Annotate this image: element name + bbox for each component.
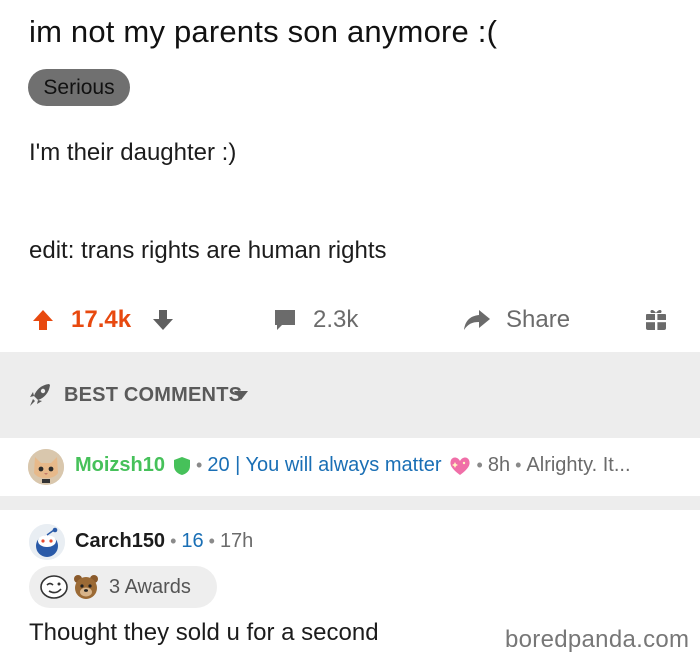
user-flair: 20 | You will always matter <box>207 454 442 476</box>
upvote-count: 17.4k <box>71 306 132 333</box>
watermark: boredpanda.com <box>505 626 690 653</box>
post-action-bar: 17.4k 2.3k Share <box>0 296 700 344</box>
comment-preview: Alrighty. It... <box>526 454 631 476</box>
downvote-arrow-icon <box>153 310 173 330</box>
rocket-icon <box>30 384 50 406</box>
sparkle-heart-icon <box>449 456 470 475</box>
share-arrow-icon <box>464 310 490 330</box>
post-body-edit: edit: trans rights are human rights <box>29 237 387 264</box>
sort-label[interactable]: BEST COMMENTS <box>64 384 242 407</box>
comment-username[interactable]: Carch150 <box>75 530 165 553</box>
snoo-avatar-icon <box>29 524 65 560</box>
separator-dot: • <box>196 455 203 475</box>
divider <box>0 496 700 510</box>
awards-count: 3 Awards <box>109 575 191 598</box>
avatar[interactable] <box>29 524 65 560</box>
share-label[interactable]: Share <box>506 296 570 344</box>
comments-button[interactable] <box>272 296 298 344</box>
upvote-arrow-icon <box>33 310 53 330</box>
comment-sort-bar[interactable]: BEST COMMENTS <box>0 352 700 438</box>
comment-age: 17h <box>219 530 254 552</box>
gift-button[interactable] <box>643 296 669 344</box>
comment-username[interactable]: Moizsh10 <box>75 454 165 477</box>
comment-bubble-icon <box>275 310 295 330</box>
shield-icon <box>174 456 191 475</box>
separator-dot: • <box>476 455 483 475</box>
caret-down-icon[interactable] <box>234 391 248 400</box>
post-body-line: I'm their daughter :) <box>29 139 237 166</box>
post-title: im not my parents son anymore :( <box>29 14 498 49</box>
comment-age: 8h <box>487 454 511 476</box>
comment-row[interactable]: Moizsh10 • 20 | You will always matter •… <box>0 438 700 496</box>
separator-dot: • <box>208 531 215 551</box>
gift-icon <box>646 309 666 330</box>
separator-dot: • <box>515 455 522 475</box>
downvote-button[interactable] <box>151 296 175 344</box>
avatar[interactable] <box>28 449 64 485</box>
post-flair[interactable]: Serious <box>28 69 130 106</box>
comment-count: 2.3k <box>313 306 359 333</box>
comment-text: Thought they sold u for a second <box>29 619 379 646</box>
awards-pill[interactable]: 3 Awards <box>29 566 217 608</box>
cat-avatar-icon <box>28 449 64 485</box>
comment-score: 16 <box>181 530 204 552</box>
share-button[interactable] <box>463 296 491 344</box>
award-face-icon <box>40 575 68 599</box>
separator-dot: • <box>170 531 177 551</box>
award-bear-icon <box>74 575 98 599</box>
upvote-button[interactable] <box>31 296 55 344</box>
